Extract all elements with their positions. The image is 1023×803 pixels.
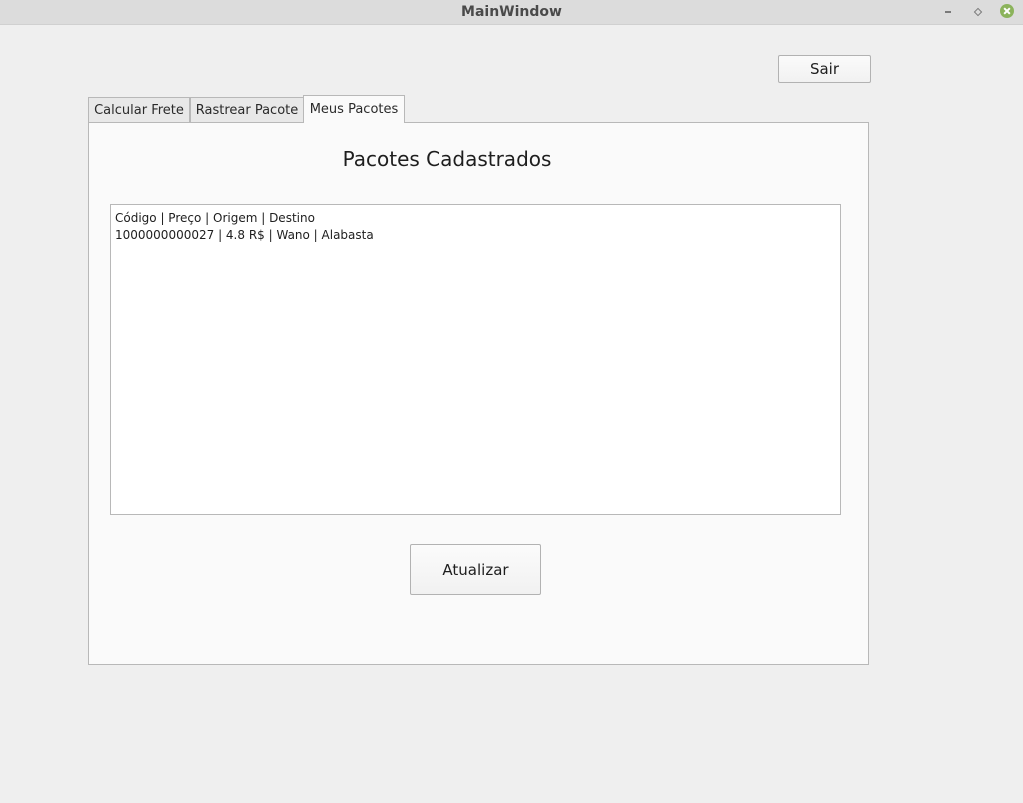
refresh-button[interactable]: Atualizar [410, 544, 541, 595]
tab-calcular-frete[interactable]: Calcular Frete [88, 97, 190, 123]
tab-rastrear-pacote[interactable]: Rastrear Pacote [190, 97, 304, 123]
exit-button[interactable]: Sair [778, 55, 871, 83]
close-icon[interactable] [1000, 4, 1014, 18]
minimize-icon[interactable] [940, 4, 956, 20]
page-title: Pacotes Cadastrados [342, 147, 552, 171]
window-title: MainWindow [461, 4, 562, 20]
list-item[interactable]: Código | Preço | Origem | Destino [115, 210, 836, 227]
list-item[interactable]: 1000000000027 | 4.8 R$ | Wano | Alabasta [115, 227, 836, 244]
packages-list[interactable]: Código | Preço | Origem | Destino 100000… [110, 204, 841, 515]
window-titlebar: MainWindow [0, 0, 1023, 25]
tab-meus-pacotes[interactable]: Meus Pacotes [303, 95, 405, 123]
maximize-icon[interactable] [970, 4, 986, 20]
